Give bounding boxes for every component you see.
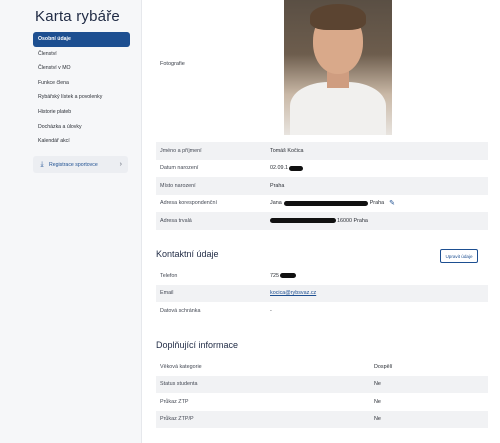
- detail-key: Status studenta: [160, 381, 198, 388]
- photo-label: Fotografie: [160, 61, 185, 67]
- contact-row-databox: Datová schránka -: [156, 302, 488, 320]
- redaction-mark: [283, 200, 368, 206]
- detail-key: Adresa trvalá: [160, 217, 192, 224]
- sidebar-item-osobni-udaje[interactable]: Osobní údaje: [33, 32, 130, 47]
- sidebar-item-kalendar-akci[interactable]: Kalendář akcí: [33, 134, 130, 149]
- sidebar-item-funkce-clena[interactable]: Funkce člena: [33, 76, 130, 91]
- extra-details: Věková kategorie Dospělí Status studenta…: [156, 358, 488, 428]
- edit-details-button[interactable]: Upravit údaje: [440, 249, 478, 263]
- detail-row-permanent-address: Adresa trvalá 16000 Praha: [156, 212, 488, 230]
- detail-key: Email: [160, 290, 174, 297]
- detail-key: Místo narození: [160, 182, 196, 189]
- detail-value: Tomáš Kočica: [270, 147, 304, 154]
- detail-value: Ne: [374, 381, 381, 388]
- download-icon: ⤓: [40, 160, 44, 168]
- main-content: Fotografie Jméno a příjmení Tomáš Kočica…: [142, 0, 500, 443]
- address-suffix: 16000 Praha: [337, 217, 368, 224]
- detail-value: Praha: [270, 182, 285, 189]
- redaction-mark: [280, 273, 296, 279]
- detail-value: 725: [270, 272, 279, 279]
- detail-key: Jméno a příjmení: [160, 147, 202, 154]
- detail-key: Telefon: [160, 272, 178, 279]
- detail-value: Ne: [374, 398, 381, 405]
- extra-section-title: Doplňující informace: [156, 340, 239, 350]
- detail-row-birthplace: Místo narození Praha: [156, 177, 488, 195]
- detail-key: Průkaz ZTP: [160, 398, 189, 405]
- detail-row-name: Jméno a příjmení Tomáš Kočica: [156, 142, 488, 160]
- redaction-mark: [270, 218, 336, 224]
- extra-row-ztp: Průkaz ZTP Ne: [156, 393, 488, 411]
- chevron-right-icon: ›: [119, 161, 122, 168]
- email-link[interactable]: kocica@rybsvaz.cz: [270, 290, 316, 296]
- sidebar-item-clenstvi-v-mo[interactable]: Členství v MO: [33, 61, 130, 76]
- contact-details: Telefon 725 Email kocica@rybsvaz.cz Dato…: [156, 267, 488, 320]
- detail-value: -: [270, 307, 272, 314]
- extra-row-ztp-p: Průkaz ZTP/P Ne: [156, 410, 488, 428]
- detail-key: Věková kategorie: [160, 363, 202, 370]
- sidebar-item-historie-plateb[interactable]: Historie plateb: [33, 105, 130, 120]
- extra-row-student-status: Status studenta Ne: [156, 375, 488, 393]
- detail-value: 02.09.1: [270, 165, 288, 172]
- redaction-mark: [289, 165, 303, 171]
- detail-value: Dospělí: [374, 363, 393, 370]
- personal-details: Jméno a příjmení Tomáš Kočica Datum naro…: [156, 142, 488, 230]
- detail-value: Ne: [374, 416, 381, 423]
- contact-row-email: Email kocica@rybsvaz.cz: [156, 284, 488, 302]
- detail-row-correspondence-address: Adresa korespondenční Jana Praha ✎: [156, 195, 488, 213]
- address-suffix: Praha: [369, 200, 385, 207]
- profile-photo: [284, 0, 392, 135]
- detail-row-birthdate: Datum narození 02.09.1: [156, 160, 488, 178]
- sidebar-item-rybarsky-listek[interactable]: Rybářský lístek a povolenky: [33, 90, 130, 105]
- sidebar-nav: Osobní údaje Členství Členství v MO Funk…: [33, 32, 130, 149]
- detail-key: Datum narození: [160, 165, 199, 172]
- sidebar-item-clenstvi[interactable]: Členství: [33, 47, 130, 62]
- sidebar-item-dochazka-a-ulovky[interactable]: Docházka a úlovky: [33, 120, 130, 135]
- contact-section-title: Kontaktní údaje: [156, 249, 219, 259]
- detail-key: Adresa korespondenční: [160, 200, 217, 207]
- contact-row-phone: Telefon 725: [156, 267, 488, 285]
- address-prefix: Jana: [270, 200, 282, 207]
- detail-key: Průkaz ZTP/P: [160, 416, 194, 423]
- extra-row-age-category: Věková kategorie Dospělí: [156, 358, 488, 376]
- edit-icon[interactable]: ✎: [389, 200, 396, 207]
- register-athlete-label: Registrace sportovce: [49, 161, 98, 168]
- sidebar: Karta rybáře Osobní údaje Členství Člens…: [0, 0, 142, 443]
- register-athlete-button[interactable]: ⤓ Registrace sportovce ›: [33, 156, 128, 173]
- app-title: Karta rybáře: [35, 8, 120, 25]
- detail-key: Datová schránka: [160, 307, 201, 314]
- photo-row: Fotografie: [156, 0, 488, 138]
